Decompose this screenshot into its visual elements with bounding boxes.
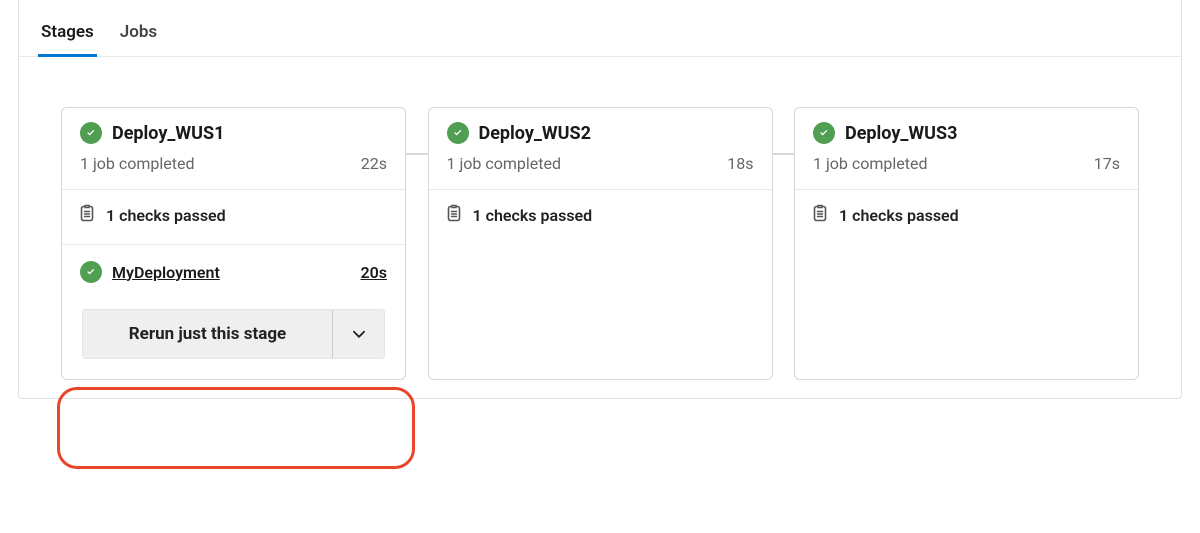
stage-connector bbox=[406, 153, 428, 155]
stage-checks-text: 1 checks passed bbox=[106, 206, 226, 225]
stage-job-row[interactable]: MyDeployment 20s bbox=[62, 244, 405, 297]
stage-checks-text: 1 checks passed bbox=[839, 206, 959, 225]
rerun-stage-button[interactable]: Rerun just this stage bbox=[83, 310, 332, 358]
rerun-stage-dropdown[interactable] bbox=[332, 310, 384, 358]
success-icon bbox=[80, 261, 102, 283]
stage-title: Deploy_WUS1 bbox=[112, 123, 224, 144]
job-duration: 20s bbox=[360, 263, 387, 282]
stage-duration: 22s bbox=[361, 154, 387, 173]
stage-duration: 17s bbox=[1094, 154, 1120, 173]
chevron-down-icon bbox=[350, 325, 368, 343]
success-icon bbox=[447, 122, 469, 144]
tab-stages[interactable]: Stages bbox=[41, 22, 94, 56]
success-icon bbox=[80, 122, 102, 144]
stage-graph: Deploy_WUS1 1 job completed 22s 1 checks… bbox=[19, 57, 1181, 380]
annotation-highlight bbox=[57, 387, 415, 469]
rerun-stage-split-button[interactable]: Rerun just this stage bbox=[82, 309, 385, 359]
stage-status-text: 1 job completed bbox=[80, 154, 195, 173]
stage-status-text: 1 job completed bbox=[813, 154, 928, 173]
success-icon bbox=[813, 122, 835, 144]
stage-card-deploy-wus3[interactable]: Deploy_WUS3 1 job completed 17s 1 checks… bbox=[794, 107, 1139, 380]
stage-title: Deploy_WUS3 bbox=[845, 123, 957, 144]
stage-duration: 18s bbox=[727, 154, 753, 173]
checklist-icon bbox=[447, 204, 463, 226]
checklist-icon bbox=[80, 204, 96, 226]
stage-card-deploy-wus2[interactable]: Deploy_WUS2 1 job completed 18s 1 checks… bbox=[428, 107, 773, 380]
pipeline-panel: Stages Jobs Deploy_WUS1 1 job completed … bbox=[18, 0, 1182, 399]
stage-checks-text: 1 checks passed bbox=[473, 206, 593, 225]
tab-jobs[interactable]: Jobs bbox=[120, 22, 157, 56]
checklist-icon bbox=[813, 204, 829, 226]
stage-title: Deploy_WUS2 bbox=[479, 123, 591, 144]
stage-card-deploy-wus1[interactable]: Deploy_WUS1 1 job completed 22s 1 checks… bbox=[61, 107, 406, 380]
stage-status-text: 1 job completed bbox=[447, 154, 562, 173]
job-name-link[interactable]: MyDeployment bbox=[112, 263, 350, 282]
tab-bar: Stages Jobs bbox=[19, 0, 1181, 57]
stage-connector bbox=[773, 153, 795, 155]
